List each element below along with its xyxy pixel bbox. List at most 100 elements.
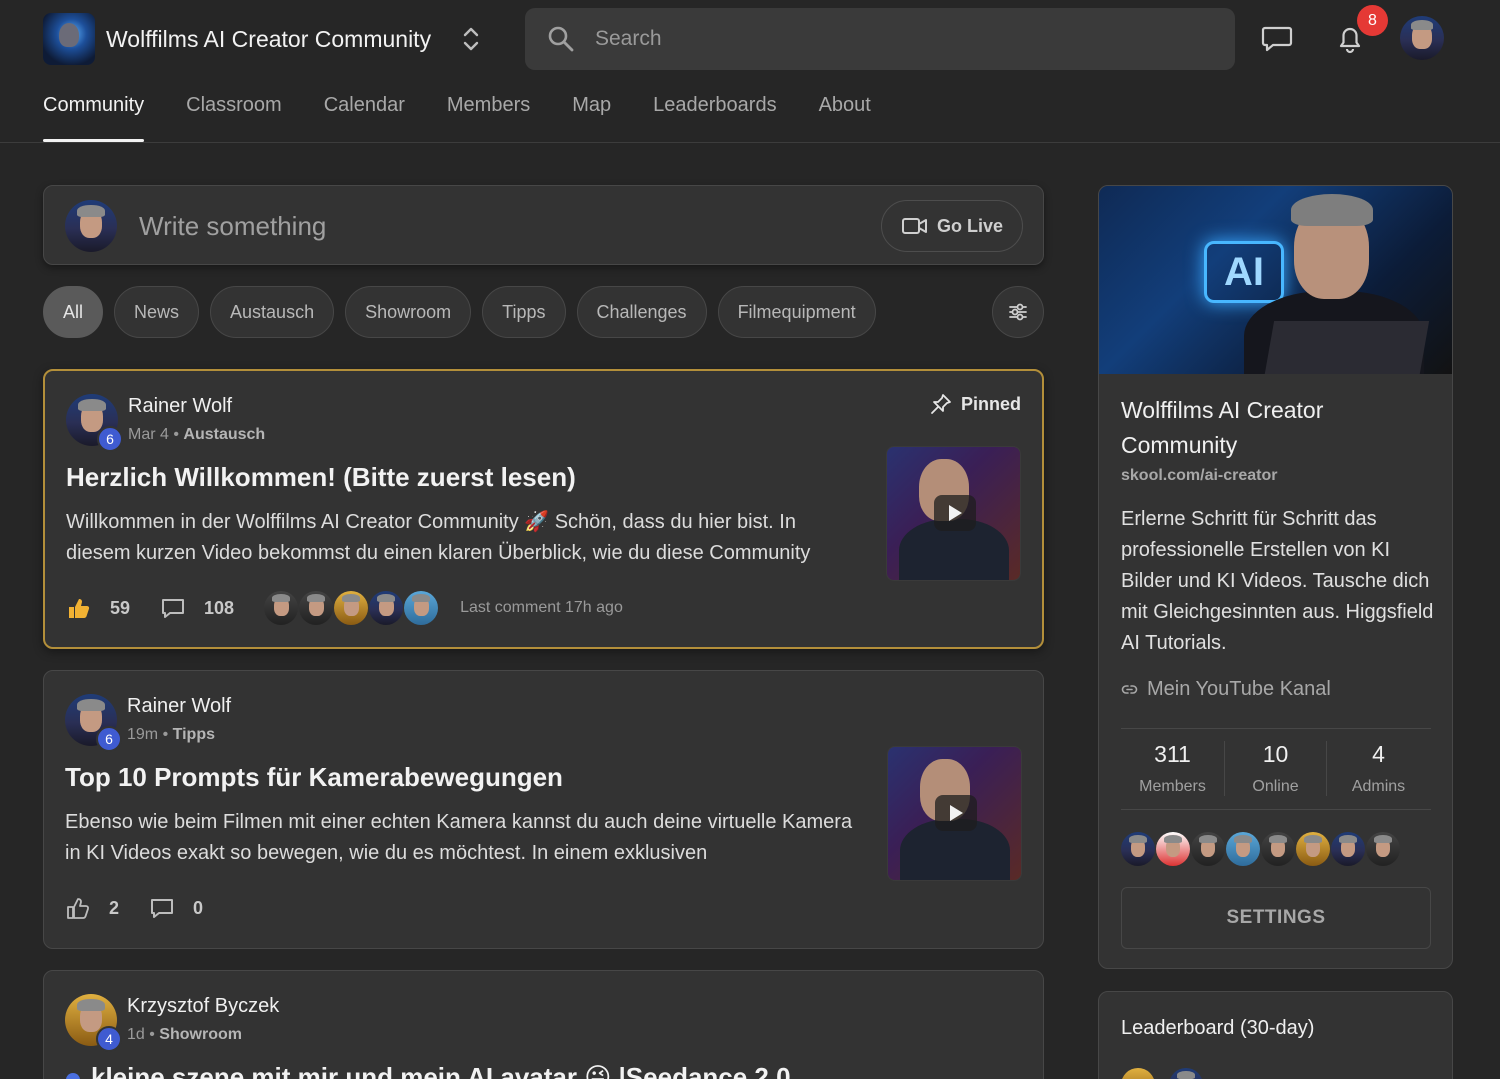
tab-about[interactable]: About [819, 90, 871, 142]
top-header: Wolffilms AI Creator Community 8 Communi… [0, 0, 1500, 143]
last-comment-time: Last comment 17h ago [460, 599, 623, 616]
search-bar[interactable] [525, 8, 1235, 70]
link-icon [1121, 685, 1138, 694]
tab-community[interactable]: Community [43, 90, 145, 142]
composer-avatar [65, 200, 117, 252]
community-cover-image: AI [1099, 186, 1452, 374]
category-filters: All News Austausch Showroom Tipps Challe… [43, 286, 887, 338]
filter-news[interactable]: News [114, 286, 200, 338]
admins-label: Admins [1351, 778, 1406, 795]
author-name[interactable]: Rainer Wolf [128, 395, 232, 418]
tab-leaderboards[interactable]: Leaderboards [653, 90, 776, 142]
post-category[interactable]: Tipps [173, 726, 215, 743]
settings-button[interactable]: SETTINGS [1121, 887, 1431, 949]
members-count: 311 [1154, 741, 1191, 767]
post-card[interactable]: 4 Krzysztof Byczek 1d • Showroom kleine … [43, 970, 1044, 1079]
post-excerpt[interactable]: Willkommen in der Wolffilms AI Creator C… [66, 507, 856, 569]
like-count: 2 [109, 897, 120, 918]
post-card[interactable]: 6 Rainer Wolf 19m • Tipps Top 10 Prompts… [43, 670, 1044, 949]
member-avatar[interactable] [1366, 832, 1400, 866]
community-url[interactable]: skool.com/ai-creator [1121, 467, 1278, 485]
member-avatar[interactable] [1191, 832, 1225, 866]
commenter-avatar[interactable] [264, 591, 299, 625]
author-name[interactable]: Rainer Wolf [127, 695, 231, 718]
post-title[interactable]: kleine szene mit mir und mein AI avatar … [91, 1062, 791, 1079]
post-title[interactable]: Top 10 Prompts für Kamerabewegungen [65, 762, 563, 793]
community-name[interactable]: Wolffilms AI Creator Community [106, 26, 431, 53]
member-avatar[interactable] [1226, 832, 1260, 866]
cover-ai-sign: AI [1204, 241, 1284, 303]
go-live-button[interactable]: Go Live [881, 200, 1023, 252]
comment-icon[interactable] [149, 895, 175, 921]
post-title[interactable]: Herzlich Willkommen! (Bitte zuerst lesen… [66, 462, 576, 493]
post-date: 1d [127, 1026, 145, 1043]
tab-members[interactable]: Members [447, 90, 530, 142]
user-avatar[interactable] [1400, 16, 1444, 60]
author-name[interactable]: Krzysztof Byczek [127, 995, 279, 1018]
sliders-icon [1009, 303, 1027, 321]
post-meta: 1d • Showroom [127, 1026, 242, 1043]
like-count: 59 [110, 597, 131, 618]
divider [1121, 728, 1431, 729]
youtube-link-label: Mein YouTube Kanal [1147, 678, 1331, 700]
commenter-avatar[interactable] [369, 591, 404, 625]
tab-calendar[interactable]: Calendar [324, 90, 405, 142]
filter-austausch[interactable]: Austausch [210, 286, 335, 338]
member-avatar[interactable] [1296, 832, 1330, 866]
commenter-avatar[interactable] [334, 591, 369, 625]
post-category[interactable]: Austausch [183, 426, 265, 443]
notification-badge[interactable]: 8 [1357, 5, 1388, 36]
play-button[interactable] [934, 495, 976, 531]
thumbs-up-icon[interactable] [65, 895, 91, 921]
filter-settings-button[interactable] [992, 286, 1044, 338]
member-avatar[interactable] [1156, 832, 1190, 866]
video-thumbnail[interactable] [887, 746, 1022, 881]
comment-count: 0 [193, 897, 204, 918]
member-avatar[interactable] [1121, 832, 1155, 866]
pin-icon [931, 394, 951, 414]
tab-map[interactable]: Map [572, 90, 611, 142]
stat-admins[interactable]: 4 Admins [1327, 741, 1430, 796]
filter-challenges[interactable]: Challenges [576, 286, 707, 338]
member-avatar[interactable] [1331, 832, 1365, 866]
thumbs-up-icon[interactable] [66, 595, 92, 621]
filter-tipps[interactable]: Tipps [482, 286, 566, 338]
commenter-avatar[interactable] [299, 591, 334, 625]
community-switcher[interactable]: Wolffilms AI Creator Community [43, 13, 481, 65]
post-composer[interactable]: Write something Go Live [43, 185, 1044, 265]
write-something-input[interactable]: Write something [139, 211, 326, 242]
member-avatars [1121, 832, 1401, 866]
post-stats: 2 0 [65, 895, 203, 921]
commenter-avatar[interactable] [404, 591, 439, 625]
admins-count: 4 [1372, 741, 1385, 767]
member-avatar[interactable] [1261, 832, 1295, 866]
community-title: Wolffilms AI Creator Community [1121, 397, 1324, 458]
video-thumbnail[interactable] [886, 446, 1021, 581]
stat-members[interactable]: 311 Members [1121, 741, 1224, 796]
community-logo[interactable] [43, 13, 95, 65]
search-input[interactable] [595, 27, 1195, 51]
post-category[interactable]: Showroom [159, 1026, 242, 1043]
online-count: 10 [1262, 741, 1289, 767]
post-card[interactable]: 6 Rainer Wolf Mar 4 • Austausch Pinned H… [43, 369, 1044, 649]
comment-icon[interactable] [160, 595, 186, 621]
post-excerpt[interactable]: Ebenso wie beim Filmen mit einer echten … [65, 807, 855, 869]
play-button[interactable] [935, 795, 977, 831]
post-date: 19m [127, 726, 159, 743]
level-badge: 6 [96, 726, 122, 752]
pinned-indicator: Pinned [930, 393, 1021, 415]
tab-classroom[interactable]: Classroom [186, 90, 282, 142]
filter-all[interactable]: All [43, 286, 104, 338]
leaderboard-avatar[interactable] [1169, 1068, 1203, 1079]
post-stats: 59 108 Last comment 17h ago [66, 591, 623, 625]
video-camera-icon [901, 218, 927, 234]
youtube-link[interactable]: Mein YouTube Kanal [1121, 678, 1331, 701]
level-badge: 6 [97, 426, 123, 452]
filter-filmequipment[interactable]: Filmequipment [717, 286, 876, 338]
stat-online[interactable]: 10 Online [1224, 741, 1327, 796]
chat-icon[interactable] [1259, 20, 1295, 56]
filter-showroom[interactable]: Showroom [345, 286, 472, 338]
leaderboard-avatar[interactable] [1121, 1068, 1155, 1079]
post-meta: 19m • Tipps [127, 726, 215, 743]
chevron-up-down-icon[interactable] [461, 24, 481, 54]
